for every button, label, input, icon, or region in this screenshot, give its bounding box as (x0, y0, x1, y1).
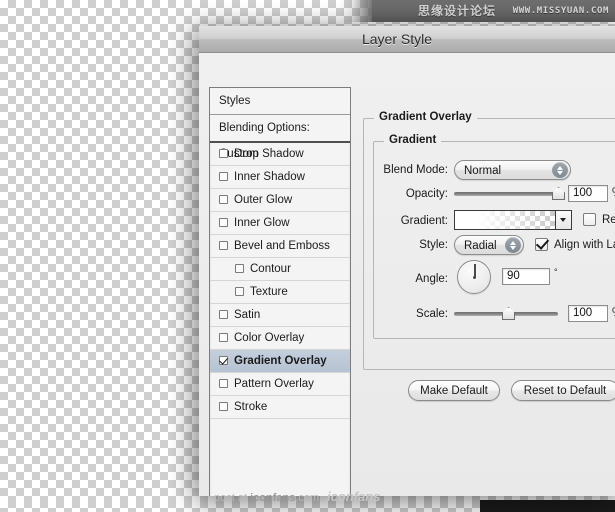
style-row-gradient-overlay[interactable]: Gradient Overlay (210, 350, 350, 373)
style-row-label: Bevel and Emboss (234, 240, 330, 252)
style-row-checkbox[interactable] (219, 310, 228, 319)
style-row-checkbox[interactable] (219, 333, 228, 342)
gradient-overlay-group-legend: Gradient Overlay (374, 111, 477, 123)
gradient-preview-swatch[interactable] (455, 211, 556, 229)
style-row-checkbox[interactable] (235, 287, 244, 296)
style-row-checkbox[interactable] (219, 402, 228, 411)
gradient-subgroup: Gradient Blend Mode: Normal Opacity: 100… (373, 134, 615, 339)
blend-mode-value: Normal (464, 165, 502, 177)
style-row-checkbox[interactable] (219, 241, 228, 250)
scale-value: 100 (573, 307, 593, 319)
iconfans-wm-prefix: post at (214, 492, 251, 504)
style-row-inner-glow[interactable]: Inner Glow (210, 212, 350, 235)
gradient-overlay-pane: Gradient Overlay Gradient Blend Mode: No… (363, 87, 615, 496)
opacity-label: Opacity: (405, 188, 448, 200)
opacity-value: 100 (573, 187, 593, 199)
styles-list-header[interactable]: Styles (210, 88, 350, 115)
style-row-drop-shadow[interactable]: Drop Shadow (210, 143, 350, 166)
style-row-label: Stroke (234, 401, 268, 413)
style-row-label: Inner Shadow (234, 171, 305, 183)
align-with-layer-checkbox[interactable] (535, 238, 548, 251)
reverse-checkbox[interactable] (583, 213, 596, 226)
style-row-label: Texture (250, 286, 288, 298)
styles-rows-container: Drop Shadow Inner Shadow Outer Glow Inner G… (210, 143, 350, 419)
style-row-label: Outer Glow (234, 194, 293, 206)
gradient-label: Gradient: (400, 215, 448, 227)
scale-slider-thumb[interactable] (502, 307, 515, 320)
style-row-label: Drop Shadow (234, 148, 304, 160)
style-row-checkbox[interactable] (219, 195, 228, 204)
style-row-contour[interactable]: Contour (210, 258, 350, 281)
reverse-label: Reverse (602, 214, 615, 226)
dialog-body: Styles Blending Options: Custom Drop Sha… (199, 53, 615, 496)
forum-watermark-url: WWW.MISSYUAN.COM (512, 6, 609, 16)
style-row-stroke[interactable]: Stroke (210, 396, 350, 419)
scale-input[interactable]: 100 (568, 305, 608, 322)
blend-mode-label: Blend Mode: (383, 164, 448, 176)
opacity-slider-track[interactable] (454, 192, 558, 196)
angle-label: Angle: (415, 273, 448, 285)
app-chrome-band: 思缘设计论坛 WWW.MISSYUAN.COM (372, 0, 615, 22)
layer-style-dialog: Layer Style Styles Blending Options: Cus… (199, 26, 615, 496)
chevron-updown-icon (505, 237, 521, 253)
bottom-dark-strip (480, 500, 615, 512)
angle-dial[interactable] (457, 260, 491, 294)
angle-unit: ° (554, 267, 558, 277)
style-row-checkbox[interactable] (219, 149, 228, 158)
style-row-checkbox[interactable] (219, 356, 228, 365)
opacity-slider-thumb[interactable] (552, 187, 565, 200)
style-row-satin[interactable]: Satin (210, 304, 350, 327)
style-row-color-overlay[interactable]: Color Overlay (210, 327, 350, 350)
style-row-pattern-overlay[interactable]: Pattern Overlay (210, 373, 350, 396)
style-row-checkbox[interactable] (219, 218, 228, 227)
style-select[interactable]: Radial (454, 235, 524, 255)
align-with-layer-label: Align with Layer (554, 239, 615, 251)
chevron-updown-icon (552, 162, 568, 178)
top-band-fade (340, 0, 374, 22)
iconfans-wm-bold: iconfans (250, 492, 296, 504)
reset-to-default-button[interactable]: Reset to Default (511, 380, 615, 401)
style-row-inner-shadow[interactable]: Inner Shadow (210, 166, 350, 189)
forum-watermark-text: 思缘设计论坛 (417, 4, 496, 18)
gradient-overlay-group: Gradient Overlay Gradient Blend Mode: No… (363, 111, 615, 370)
style-row-bevel-and-emboss[interactable]: Bevel and Emboss (210, 235, 350, 258)
blend-mode-select[interactable]: Normal (454, 160, 571, 180)
styles-list-panel: Styles Blending Options: Custom Drop Sha… (209, 87, 351, 496)
style-value: Radial (464, 240, 497, 252)
style-row-checkbox[interactable] (219, 379, 228, 388)
make-default-button[interactable]: Make Default (408, 380, 500, 401)
gradient-picker[interactable] (454, 210, 572, 230)
style-row-outer-glow[interactable]: Outer Glow (210, 189, 350, 212)
style-row-label: Pattern Overlay (234, 378, 314, 390)
angle-value: 90 (507, 270, 520, 282)
dialog-title: Layer Style (361, 31, 433, 47)
iconfans-wm-suffix: .com (295, 492, 320, 504)
scale-label: Scale: (416, 308, 448, 320)
iconfans-logo: iconfans (327, 489, 381, 504)
opacity-input[interactable]: 100 (568, 185, 608, 202)
style-row-checkbox[interactable] (235, 264, 244, 273)
style-row-label: Inner Glow (234, 217, 290, 229)
dialog-titlebar[interactable]: Layer Style (199, 26, 615, 53)
iconfans-watermark-text: post at iconfans.com (214, 491, 319, 505)
angle-dial-center-dot (472, 275, 476, 279)
gradient-subgroup-legend: Gradient (384, 134, 442, 146)
style-row-checkbox[interactable] (219, 172, 228, 181)
blending-options-row[interactable]: Blending Options: Custom (210, 115, 350, 160)
style-row-texture[interactable]: Texture (210, 281, 350, 304)
style-row-label: Contour (250, 263, 291, 275)
style-row-label: Satin (234, 309, 261, 321)
style-row-label: Gradient Overlay (234, 355, 327, 367)
angle-input[interactable]: 90 (502, 268, 550, 285)
style-label: Style: (419, 239, 448, 251)
chevron-down-icon[interactable] (555, 211, 571, 229)
style-row-label: Color Overlay (234, 332, 305, 344)
